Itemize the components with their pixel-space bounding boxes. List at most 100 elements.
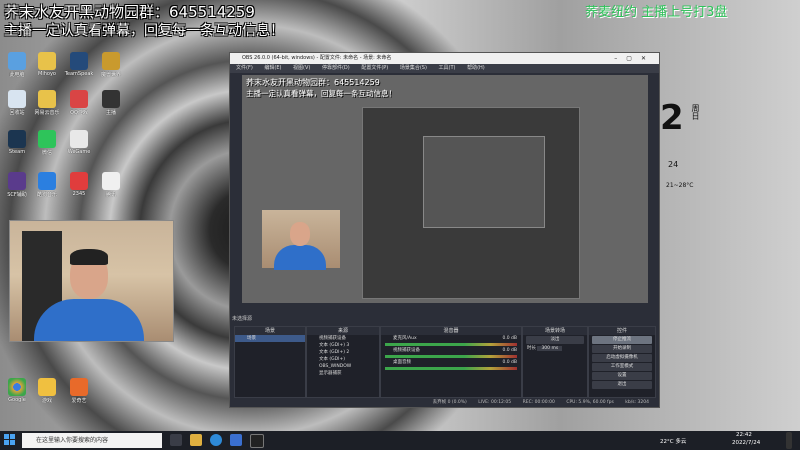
taskbar: 在这里输入你要搜索的内容 22°C 多云 22:42 2022/7/24 (0, 431, 800, 450)
desktop-icon-kugou[interactable]: 酷狗音乐 (30, 172, 64, 198)
desktop-icon-qq-games[interactable]: QQ游戏 (62, 90, 96, 116)
desktop-icon-recycle-bin[interactable]: 回收站 (0, 90, 34, 116)
obs-titlebar[interactable]: OBS 26.0.0 (64-bit, windows) - 配置文件: 未命名… (230, 53, 659, 64)
mixer-channel-db: 0.0 dB (502, 360, 517, 365)
nested-preview (362, 107, 580, 299)
desktop-icon-teamspeak[interactable]: TeamSpeak (62, 52, 96, 77)
obs-preview[interactable]: 荞末水友开黑动物园群：645514259 主播一定认真看弹幕，回复每一条互动信息… (242, 75, 648, 303)
mihoyo-icon (38, 52, 56, 70)
person-shirt (34, 299, 144, 341)
volume-meter[interactable] (385, 355, 517, 358)
wallpaper-temp: 21~28°C (666, 182, 694, 189)
menu-docks[interactable]: 停靠部件(D) (322, 65, 350, 71)
source-item[interactable]: 视频捕获设备 (307, 335, 379, 342)
taskbar-search-input[interactable]: 在这里输入你要搜索的内容 (22, 433, 162, 448)
mixer-dock-title: 混音器 (381, 327, 521, 335)
wallpaper-date-digit: 2 (660, 98, 684, 138)
menu-tools[interactable]: 工具(T) (439, 65, 456, 71)
desktop-icon-tencent[interactable]: 腾讯 (94, 172, 128, 198)
desktop-icon-game[interactable]: 游戏 (30, 378, 64, 404)
store-icon[interactable] (230, 434, 242, 446)
stop-streaming-button[interactable]: 停止推流 (592, 336, 652, 344)
exit-button[interactable]: 退出 (592, 381, 652, 389)
desktop-icon-this-pc[interactable]: 此电脑 (0, 52, 34, 78)
overlay-group-line: 荞末水友开黑动物园群：645514259 (4, 3, 255, 21)
clock-time[interactable]: 22:42 (736, 432, 752, 438)
clock-date[interactable]: 2022/7/24 (732, 440, 760, 446)
volume-meter[interactable] (385, 343, 517, 346)
2345-icon (70, 172, 88, 190)
no-source-selected: 未选择源 (232, 316, 253, 322)
virtual-camera-button[interactable]: 启动虚拟摄像机 (592, 354, 652, 362)
menu-view[interactable]: 视图(V) (293, 65, 310, 71)
overlay-right-text: 荞麦纽约 主播上号打3盘 (585, 5, 728, 20)
scene-item[interactable]: 场景 (235, 335, 305, 342)
desktop-icon-iqiyi[interactable]: 爱奇艺 (62, 378, 96, 404)
controls-dock: 控件 停止推流 开始录制 启动虚拟摄像机 工作室模式 设置 退出 (588, 326, 656, 398)
computer-icon (8, 52, 26, 70)
preview-overlay-line2: 主播一定认真看弹幕，回复每一条互动信息！ (246, 89, 396, 98)
desktop-icon-2345[interactable]: 2345 (62, 172, 96, 197)
desktop-icon-chrome[interactable]: Google (0, 378, 34, 403)
status-kbps: kb/s: 3204 (625, 400, 649, 405)
desktop-icon-streamer[interactable]: 主播 (94, 90, 128, 116)
source-item[interactable]: OBS_WINDOW (307, 363, 379, 370)
desktop-icon-wegame[interactable]: WeGame (62, 130, 96, 155)
game-icon (38, 378, 56, 396)
studio-mode-button[interactable]: 工作室模式 (592, 363, 652, 371)
file-explorer-icon[interactable] (190, 434, 202, 446)
window-controls[interactable]: –▢✕ (614, 53, 655, 64)
show-desktop-button[interactable] (786, 432, 792, 449)
sources-dock-title: 来源 (307, 327, 379, 335)
mixer-channel-db: 0.0 dB (502, 336, 517, 341)
obs-window: OBS 26.0.0 (64-bit, windows) - 配置文件: 未命名… (229, 52, 660, 408)
duration-row: 时长 300 ms (523, 345, 587, 352)
preview-webcam (262, 210, 340, 270)
source-item[interactable]: 文本 (GDI+) 3 (307, 342, 379, 349)
transitions-dock-title: 场景转场 (523, 327, 587, 335)
transition-select[interactable]: 淡出 (526, 336, 584, 344)
desktop-icon-wow[interactable]: 魔兽世界 (94, 52, 128, 78)
recycle-bin-icon (8, 90, 26, 108)
menu-scene-collection[interactable]: 场景集合(S) (400, 65, 427, 71)
desktop-icon-netease-music[interactable]: 网易云音乐 (30, 90, 64, 116)
transitions-dock: 场景转场 淡出 时长 300 ms (522, 326, 588, 398)
weather-widget[interactable]: 22°C 多云 (660, 437, 686, 445)
tencent-icon (102, 172, 120, 190)
source-item[interactable]: 文本 (GDI+) 2 (307, 349, 379, 356)
task-view-icon[interactable] (170, 434, 182, 446)
menu-file[interactable]: 文件(F) (236, 65, 253, 71)
status-dropped: 丢弃帧 0 (0.0%) (432, 400, 467, 405)
qq-games-icon (70, 90, 88, 108)
mixer-channel-db: 0.0 dB (502, 348, 517, 353)
volume-meter[interactable] (385, 367, 517, 370)
start-recording-button[interactable]: 开始录制 (592, 345, 652, 353)
wechat-icon (38, 130, 56, 148)
start-button[interactable] (4, 434, 16, 446)
source-item[interactable]: 文本 (GDI+) (307, 356, 379, 363)
scenes-dock: 场景 场景 (234, 326, 306, 398)
person-hair (70, 249, 108, 265)
wallpaper-day: 24 (668, 160, 679, 169)
source-item[interactable]: 显示器捕获 (307, 370, 379, 377)
menu-help[interactable]: 帮助(H) (467, 65, 485, 71)
obs-taskbar-icon[interactable] (250, 434, 264, 448)
menu-profile[interactable]: 配置文件(P) (361, 65, 388, 71)
kugou-icon (38, 172, 56, 190)
status-cpu: CPU: 5.9%, 60.00 fps (566, 400, 614, 405)
tool-icon (8, 172, 26, 190)
wallpaper-weekday: 周日 (691, 104, 700, 120)
duration-input[interactable]: 300 ms (537, 346, 563, 351)
edge-icon[interactable] (210, 434, 222, 446)
desktop-icon-mihoyo[interactable]: Mihoyo (30, 52, 64, 77)
desktop-icon-steam[interactable]: Steam (0, 130, 34, 155)
desktop-icon-wechat[interactable]: 微信 (30, 130, 64, 156)
settings-button[interactable]: 设置 (592, 372, 652, 380)
sources-dock: 来源 视频捕获设备 文本 (GDI+) 3 文本 (GDI+) 2 文本 (GD… (306, 326, 380, 398)
status-rec: REC: 00:00:00 (522, 400, 555, 405)
mixer-channel-name: 视频捕获设备 0.0 dB (393, 348, 517, 353)
teamspeak-icon (70, 52, 88, 70)
desktop-icon-scf[interactable]: SCF辅助 (0, 172, 34, 198)
menu-edit[interactable]: 编辑(E) (264, 65, 281, 71)
chrome-icon (8, 378, 26, 396)
